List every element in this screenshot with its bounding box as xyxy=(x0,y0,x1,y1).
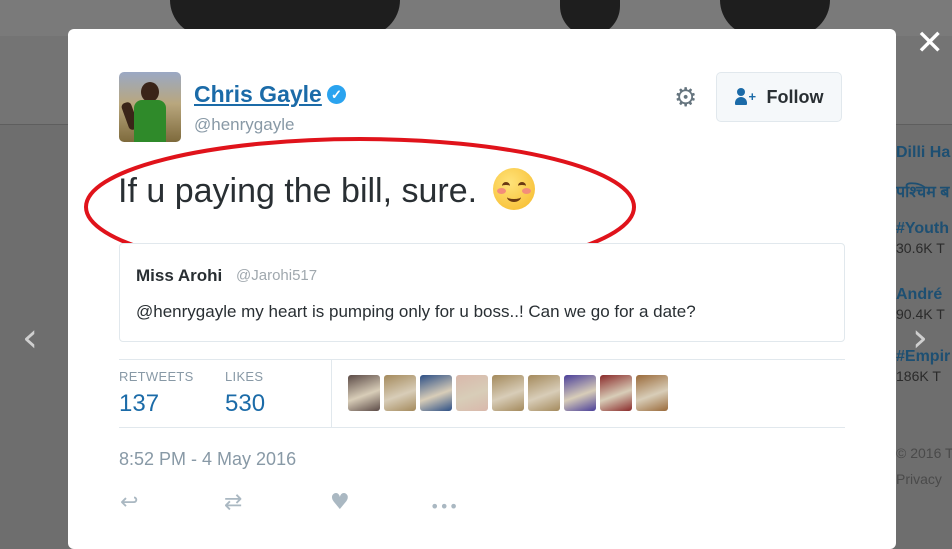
blush-emoji-icon xyxy=(492,168,535,211)
retweets-count: 137 xyxy=(119,390,160,417)
trend-count: 30.6K T xyxy=(896,240,945,256)
liker-avatar[interactable] xyxy=(456,375,488,411)
heart-icon[interactable]: ♥ xyxy=(330,491,350,515)
liker-avatar[interactable] xyxy=(420,375,452,411)
add-user-icon: + xyxy=(734,88,759,106)
page-footer: © 2016 T Privacy xyxy=(896,440,952,492)
avatar-head xyxy=(141,82,159,102)
avatar-shirt xyxy=(134,100,166,142)
close-icon[interactable]: ✕ xyxy=(916,26,945,60)
retweet-icon[interactable]: ⇄ xyxy=(224,491,242,515)
liker-avatar[interactable] xyxy=(600,375,632,411)
trend-item[interactable]: André 90.4K T xyxy=(896,286,945,322)
quoted-tweet-card[interactable]: Miss Arohi @Jarohi517 @henrygayle my hea… xyxy=(119,243,845,342)
quoted-tweet-text: @henrygayle my heart is pumping only for… xyxy=(136,302,696,321)
tweet-timestamp[interactable]: 8:52 PM - 4 May 2016 xyxy=(119,449,296,470)
follow-button-label: Follow xyxy=(766,86,824,107)
footer-copyright: © 2016 T xyxy=(896,445,952,461)
author-handle[interactable]: @henrygayle xyxy=(194,115,294,135)
quoted-author-handle: @Jarohi517 xyxy=(236,267,318,284)
more-options-icon[interactable]: ••• xyxy=(430,495,458,519)
trend-count: 186K T xyxy=(896,368,941,384)
verified-badge-icon: ✓ xyxy=(327,85,346,104)
likes-stat[interactable]: LIKES 530 xyxy=(225,369,265,418)
trend-item[interactable]: #Youth 30.6K T xyxy=(896,220,949,256)
retweets-label: RETWEETS xyxy=(119,369,194,384)
likes-count: 530 xyxy=(225,390,266,417)
liker-avatar[interactable] xyxy=(528,375,560,411)
tweet-modal: Chris Gayle ✓ @henrygayle ⚙ + Follow If … xyxy=(68,29,896,549)
trend-item[interactable]: Dilli Ha xyxy=(896,144,950,162)
liker-avatar[interactable] xyxy=(384,375,416,411)
trend-name[interactable]: André xyxy=(896,286,945,304)
follow-button[interactable]: + Follow xyxy=(716,72,842,122)
trend-name[interactable]: #Youth xyxy=(896,220,949,238)
stats-top-divider xyxy=(119,359,845,360)
liker-avatar[interactable] xyxy=(348,375,380,411)
stats-separator xyxy=(331,359,332,427)
reply-icon[interactable]: ↩ xyxy=(120,491,138,515)
trend-name[interactable]: Dilli Ha xyxy=(896,144,950,162)
tweet-text: If u paying the bill, sure. xyxy=(118,172,478,210)
liker-avatar[interactable] xyxy=(564,375,596,411)
previous-arrow-icon[interactable]: ‹ xyxy=(22,318,38,358)
trend-name[interactable]: #Empir xyxy=(896,348,950,366)
tweet-body: If u paying the bill, sure. xyxy=(118,168,535,214)
stats-bottom-divider xyxy=(119,427,845,428)
quoted-author-name: Miss Arohi xyxy=(136,266,223,285)
trend-item[interactable]: #Empir 186K T xyxy=(896,348,950,384)
footer-privacy-link[interactable]: Privacy xyxy=(896,466,952,492)
retweets-stat[interactable]: RETWEETS 137 xyxy=(119,369,194,418)
liker-avatar[interactable] xyxy=(636,375,668,411)
gear-icon[interactable]: ⚙ xyxy=(674,85,697,111)
trend-count: 90.4K T xyxy=(896,306,945,322)
author-display-name[interactable]: Chris Gayle xyxy=(194,81,322,108)
avatar[interactable] xyxy=(119,72,181,142)
liker-avatar[interactable] xyxy=(492,375,524,411)
trend-name[interactable]: पश्चिम ब xyxy=(896,180,949,202)
trend-item[interactable]: पश्चिम ब xyxy=(896,180,949,202)
liker-avatars xyxy=(348,375,668,411)
likes-label: LIKES xyxy=(225,369,264,384)
